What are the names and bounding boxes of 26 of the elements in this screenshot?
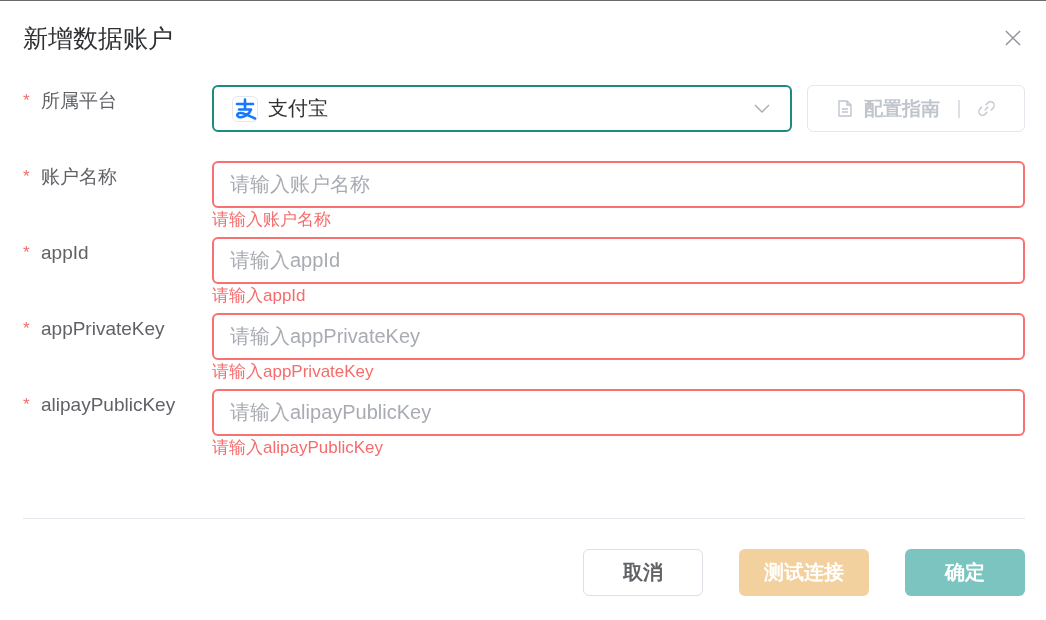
- required-asterisk: *: [23, 90, 31, 112]
- validation-error: 请输入alipayPublicKey: [212, 437, 383, 459]
- field-label: 账户名称: [41, 165, 117, 189]
- chevron-down-icon: [754, 104, 770, 113]
- field-label: appPrivateKey: [41, 317, 165, 341]
- field-label: appId: [41, 241, 89, 265]
- validation-error: 请输入appId: [212, 285, 306, 307]
- text-input-field[interactable]: 请输入账户名称: [212, 161, 1025, 208]
- required-asterisk: *: [23, 394, 31, 416]
- platform-select[interactable]: 支付宝: [212, 85, 792, 132]
- required-asterisk: *: [23, 166, 31, 188]
- validation-error: 请输入账户名称: [212, 209, 331, 231]
- dialog-title: 新增数据账户: [23, 22, 173, 54]
- field-label: alipayPublicKey: [41, 393, 176, 417]
- document-icon: [837, 100, 852, 117]
- required-asterisk: *: [23, 242, 31, 264]
- validation-error: 请输入appPrivateKey: [212, 361, 374, 383]
- link-icon: [977, 100, 995, 117]
- platform-logo-icon: [232, 95, 258, 122]
- text-input-field[interactable]: 请输入appId: [212, 237, 1025, 284]
- text-input-field[interactable]: 请输入appPrivateKey: [212, 313, 1025, 360]
- required-asterisk: *: [23, 318, 31, 340]
- field-label: 所属平台: [41, 89, 117, 113]
- cancel-button[interactable]: 取消: [583, 549, 703, 596]
- close-icon[interactable]: [1005, 29, 1021, 46]
- text-input-field[interactable]: 请输入alipayPublicKey: [212, 389, 1025, 436]
